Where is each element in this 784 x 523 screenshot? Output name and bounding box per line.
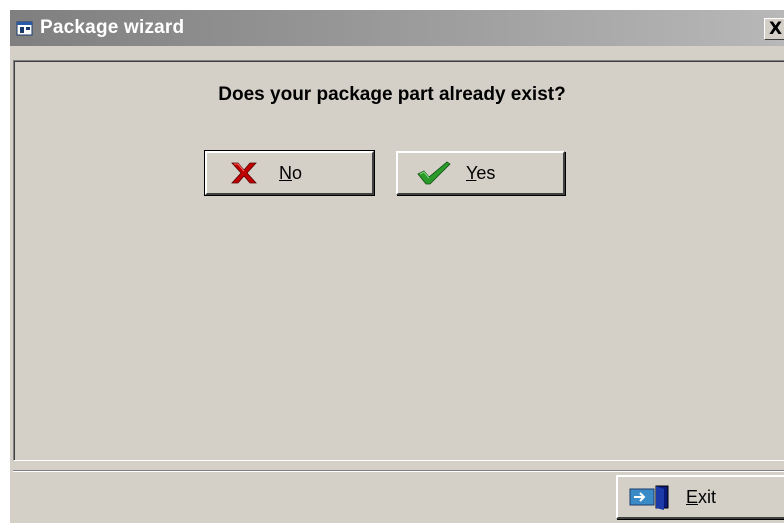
no-mnemonic: N: [279, 162, 292, 183]
no-button-label: No: [279, 163, 302, 184]
yes-button-label: Yes: [466, 163, 495, 184]
no-label-rest: o: [292, 162, 303, 183]
package-wizard-icon: [16, 20, 34, 36]
title-bar[interactable]: Package wizard X: [10, 10, 784, 46]
content-panel: [13, 60, 784, 461]
close-button[interactable]: X: [764, 18, 784, 40]
exit-label-rest: xit: [698, 486, 717, 507]
yes-mnemonic: Y: [466, 162, 477, 183]
no-button[interactable]: No: [204, 150, 375, 196]
window-title: Package wizard: [40, 17, 185, 38]
exit-button[interactable]: Exit: [616, 475, 784, 519]
yes-button[interactable]: Yes: [396, 151, 565, 195]
footer-divider: [13, 470, 784, 472]
green-check-icon: [416, 160, 452, 186]
close-icon: X: [769, 19, 783, 39]
exit-button-label: Exit: [686, 487, 716, 508]
exit-mnemonic: E: [686, 486, 699, 507]
question-text: Does your package part already exist?: [218, 84, 566, 105]
yes-label-rest: es: [476, 162, 496, 183]
exit-door-icon: [628, 483, 674, 511]
red-x-icon: [229, 161, 259, 185]
